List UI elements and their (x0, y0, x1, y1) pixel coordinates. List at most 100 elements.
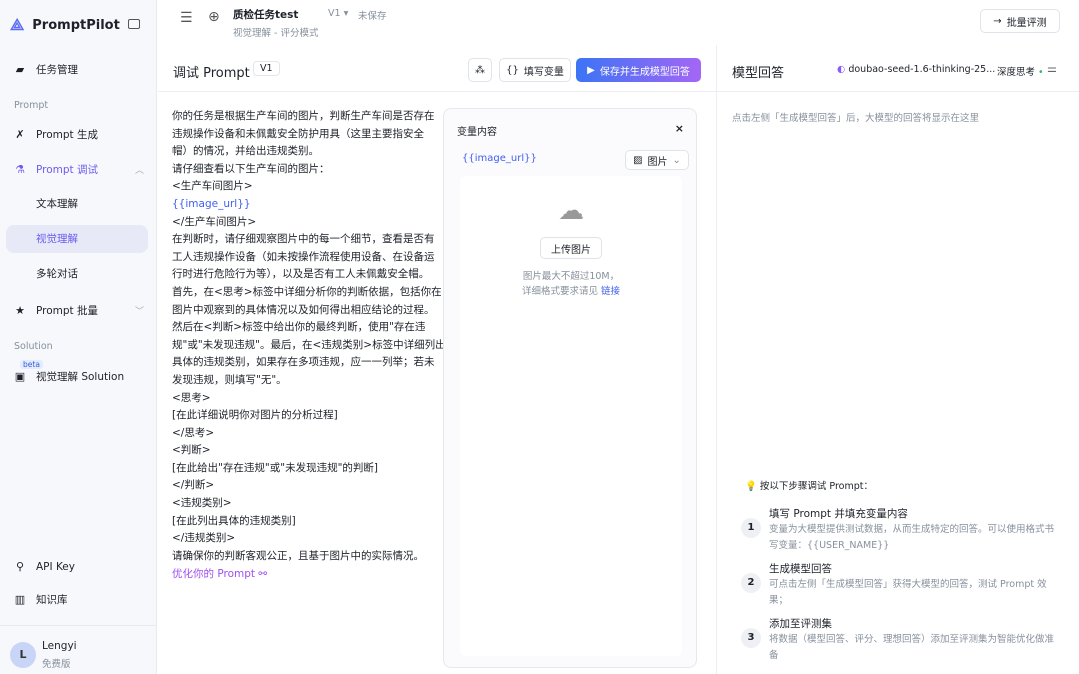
prompt-editor[interactable]: 你的任务是根据生产车间的图片，判断生产车间是否存在 违规操作设备和未佩戴安全防护用… (172, 108, 446, 565)
user-profile[interactable]: L Lengyi 免费版 (0, 625, 157, 674)
step-title: 添加至评测集 (769, 618, 832, 630)
top-bar: ☰ ⊕ 质检任务test V1 ▾ 未保存 视觉理解 - 评分模式 → 批量评测 (158, 0, 1079, 45)
menu-icon[interactable]: ☰ (180, 10, 193, 26)
step-description: 将数据（模型回答、评分、理想回答）添加至评测集为智能优化做准备 (769, 634, 1055, 661)
nav-prompt-batch[interactable]: ★ Prompt 批量 ﹀ (14, 303, 144, 318)
nav-text-understanding[interactable]: 文本理解 (6, 190, 148, 218)
lightbulb-icon: 💡 (745, 481, 757, 492)
nav-label: 视觉理解 Solution (36, 371, 125, 383)
version-select[interactable]: V1 ▾ (328, 8, 348, 19)
batch-eval-button[interactable]: → 批量评测 (980, 9, 1060, 33)
chevron-down-icon: ﹀ (134, 307, 144, 317)
button-label: 保存并生成模型回答 (599, 66, 690, 78)
step-title: 生成模型回答 (769, 563, 832, 575)
format-link[interactable]: 链接 (601, 286, 620, 297)
step-title: 填写 Prompt 并填充变量内容 (769, 508, 908, 520)
add-circle-icon[interactable]: ⊕ (208, 9, 220, 25)
type-label: 图片 (647, 156, 668, 168)
prompt-line: 图片中观察到的具体情况以及如何得出相应结论的过程。 (172, 303, 435, 316)
flask-icon: ⚗ (15, 163, 25, 176)
version-label: V1 (328, 8, 341, 19)
link-label: 优化你的 Prompt (172, 568, 256, 580)
nav-prompt-debug[interactable]: ⚗ Prompt 调试 ︿ (14, 162, 144, 177)
optimize-prompt-link[interactable]: 优化你的 Prompt ⚯ (172, 566, 267, 581)
prompt-line: 你的任务是根据生产车间的图片，判断生产车间是否存在 (172, 110, 435, 122)
prompt-line: </违规类别> (172, 532, 236, 545)
prompt-line: 工人违规操作设备（如未按操作流程使用设备、在设备运 (172, 250, 435, 263)
clear-button[interactable]: ⁂ (468, 58, 492, 82)
nav-label: Prompt 批量 (36, 305, 99, 317)
nav-prompt-generate[interactable]: ✗ Prompt 生成 (14, 127, 98, 142)
variable-card: 变量内容 × {{image_url}} ▨ 图片 ⌄ ☁ 上传图片 图片最大不超过… (443, 108, 697, 668)
prompt-line: </思考> (172, 426, 215, 439)
close-icon[interactable]: × (675, 122, 684, 135)
model-select[interactable]: ◐ doubao-seed-1.6-thinking-25... (837, 64, 995, 75)
settings-sliders-icon[interactable]: ⚌ (1047, 62, 1057, 75)
prompt-line: <生产车间图片> (172, 180, 253, 193)
prompt-line: [在此给出"存在违规"或"未发现违规"的判断] (172, 461, 379, 474)
collapse-sidebar-icon[interactable] (128, 19, 140, 29)
nav-label: 任务管理 (36, 64, 78, 76)
type-select[interactable]: ▨ 图片 ⌄ (625, 150, 689, 170)
prompt-line: 然后在<判断>标签中给出你的最终判断，使用"存在违 (172, 321, 426, 334)
prompt-line: <违规类别> (172, 497, 232, 510)
version-badge: V1 (253, 61, 280, 76)
fill-variables-button[interactable]: {} 填写变量 (499, 58, 571, 82)
library-icon: ▥ (14, 593, 26, 606)
button-label: 批量评测 (1006, 17, 1047, 29)
nav-vision-understanding[interactable]: 视觉理解 (6, 225, 148, 253)
book-icon: ▣ (14, 370, 26, 383)
nav-task-management[interactable]: ▰ 任务管理 (14, 62, 78, 77)
upload-area[interactable]: ☁ 上传图片 图片最大不超过10M， 详细格式要求请见 链接 (460, 176, 682, 656)
answer-header: 模型回答 ◐ doubao-seed-1.6-thinking-25... 深度… (717, 50, 1079, 92)
prompt-line: 规"或"未发现违规"。最后，在<违规类别>标签中详细列出 (172, 338, 446, 351)
prompt-line: 首先，在<思考>标签中详细分析你的判断依据，包括你在 (172, 285, 442, 298)
nav-vision-solution[interactable]: ▣ 视觉理解 Solution (14, 369, 124, 384)
save-generate-button[interactable]: ▶ 保存并生成模型回答 (576, 58, 701, 82)
step-description: 可点击左侧「生成模型回答」获得大模型的回答，测试 Prompt 效果； (769, 579, 1047, 606)
user-plan: 免费版 (42, 659, 71, 670)
card-title: 变量内容 (457, 127, 497, 138)
prompt-line: {{image_url}} (172, 197, 251, 210)
beta-badge: beta (20, 360, 43, 369)
debug-panel-header: 调试 Prompt V1 ⁂ {} 填写变量 ▶ 保存并生成模型回答 (158, 50, 716, 92)
cloud-upload-icon: ☁ (558, 196, 584, 226)
step-number: 2 (741, 573, 761, 593)
section-label-solution: Solution (14, 341, 53, 352)
prompt-line: 在判断时，请仔细观察图片中的每一个细节，查看是否有 (172, 233, 435, 246)
play-icon: ▶ (587, 64, 595, 76)
guide-label: 按以下步骤调试 Prompt： (759, 481, 873, 492)
prompt-line: 行时进行危险行为等），以及是否有工人未佩戴安全帽。 (172, 268, 430, 281)
avatar: L (10, 642, 36, 668)
key-icon: ⚲ (15, 560, 25, 573)
toggle-label: 深度思考 (997, 67, 1036, 78)
panel-title: 模型回答 (732, 66, 785, 81)
nav-label: 知识库 (36, 594, 68, 606)
panel-title: 调试 Prompt (173, 66, 250, 81)
nav-label: API Key (36, 560, 75, 573)
nav-multi-turn[interactable]: 多轮对话 (6, 260, 148, 288)
model-name: doubao-seed-1.6-thinking-25... (848, 64, 996, 75)
upload-image-button[interactable]: 上传图片 (540, 237, 602, 259)
brand-name: PromptPilot (32, 17, 120, 33)
section-label-prompt: Prompt (14, 100, 49, 111)
task-title: 质检任务test (233, 9, 299, 21)
variable-name: {{image_url}} (462, 153, 537, 164)
prompt-line: 帽）的情况，并给出违规类别。 (172, 145, 319, 158)
prompt-line: </判断> (172, 479, 215, 492)
sparkle-icon: ⁂ (475, 64, 485, 76)
task-subtitle: 视觉理解 - 评分模式 (233, 28, 319, 39)
brand-logo[interactable]: ⟁ PromptPilot (10, 15, 120, 35)
prompt-line: 请确保你的判断客观公正，且基于图片中的实际情况。 (172, 549, 424, 562)
step-number: 3 (741, 628, 761, 648)
chevron-down-icon: ⌄ (672, 154, 681, 166)
nav-api-key[interactable]: ⚲ API Key (14, 560, 75, 573)
prompt-line: 具体的违规类别，如果存在多项违规，应一一列举；若未 (172, 356, 435, 369)
button-label: 填写变量 (523, 66, 564, 78)
nav-knowledge-base[interactable]: ▥ 知识库 (14, 592, 68, 607)
upload-hint: 详细格式要求请见 (521, 286, 598, 297)
prompt-line: <思考> (172, 391, 211, 404)
deep-think-toggle[interactable]: 深度思考 • (997, 64, 1044, 78)
prompt-line: [在此详细说明你对图片的分析过程] (172, 409, 338, 422)
prompt-line: 违规操作设备和未佩戴安全防护用具（这里主要指安全 (172, 127, 424, 140)
